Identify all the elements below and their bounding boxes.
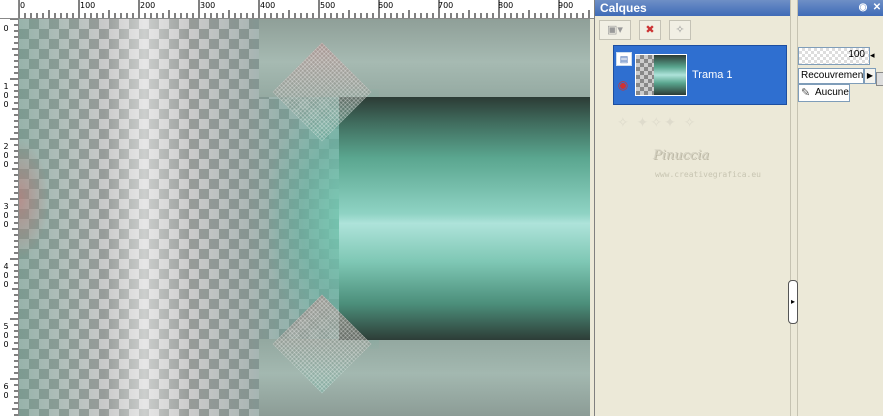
ruler-top-label: 500 (320, 1, 336, 10)
layer-properties: 100 ◂ Recouvrement ▶ ✎ Aucune (798, 44, 883, 416)
panel-title: Calques (600, 1, 647, 15)
ruler-left-label: 0 (3, 24, 9, 33)
ruler-left-label: 1 0 0 (3, 82, 9, 109)
blend-mode-select[interactable]: Recouvrement (798, 68, 864, 84)
rose-glow (19, 139, 49, 259)
close-icon[interactable]: ✕ (870, 1, 883, 14)
layer-thumbnail (635, 54, 687, 96)
image-canvas[interactable] (19, 19, 590, 416)
blend-extra-button[interactable] (876, 72, 883, 86)
star-decoration-icon: ✧ ✦✧✦ ✧ (617, 114, 698, 130)
watermark: ✧ ✦✧✦ ✧ Pinuccia www.creativegrafica.eu (617, 114, 787, 194)
teal-cylinder (339, 97, 590, 340)
eye-icon[interactable]: ◉ (616, 79, 630, 91)
thumbnail-checker (636, 55, 654, 95)
ruler-top-label: 700 (438, 1, 454, 10)
watermark-name: Pinuccia (653, 148, 710, 163)
ruler-corner (0, 0, 19, 19)
layer-type-icon: ▤ (616, 52, 632, 66)
watermark-url: www.creativegrafica.eu (655, 170, 761, 179)
layer-row[interactable]: ▤ ◉ Trama 1 (613, 45, 787, 105)
opacity-value: 100 (848, 49, 865, 60)
panel-splitter[interactable]: ▸ (788, 0, 798, 416)
opacity-spinner-icon[interactable]: ◂ (870, 50, 875, 61)
layers-list: ▤ ◉ Trama 1 ✧ ✦✧✦ ✧ Pinuccia www.creativ… (597, 42, 792, 416)
ruler-left-label: 4 0 0 (3, 262, 9, 289)
ruler-left-label: 2 0 0 (3, 142, 9, 169)
panel-title-bar: Calques ◉ ✕ (595, 0, 883, 16)
layers-toolbar: ▣▾ ✖ ✧ (595, 17, 795, 41)
ruler-top: 0 100 200 300 400 500 600 700 800 900 (0, 0, 594, 19)
ruler-top-label: 300 (200, 1, 216, 10)
splitter-grip-icon[interactable]: ▸ (788, 280, 798, 324)
blend-arrow-icon[interactable]: ▶ (864, 68, 876, 84)
ruler-top-label: 900 (558, 1, 574, 10)
ruler-top-label: 200 (140, 1, 156, 10)
ruler-top-label: 100 (80, 1, 96, 10)
ruler-top-label: 800 (498, 1, 514, 10)
pin-icon[interactable]: ◉ (856, 1, 870, 14)
new-layer-icon[interactable]: ▣▾ (599, 20, 631, 40)
delete-layer-icon[interactable]: ✖ (639, 20, 661, 40)
mask-icon[interactable]: ✧ (669, 20, 691, 40)
mask-value: Aucune (815, 87, 849, 98)
opacity-field[interactable]: 100 (798, 47, 870, 65)
ruler-left: 0 1 0 0 2 0 0 3 0 0 4 0 0 5 0 0 6 0 (0, 18, 19, 416)
ruler-left-label: 3 0 0 (3, 202, 9, 229)
ruler-top-label: 400 (260, 1, 276, 10)
layers-panel: Calques ◉ ✕ ▣▾ ✖ ✧ ▤ ◉ Trama 1 ✧ ✦✧✦ ✧ P… (594, 0, 883, 416)
brush-icon: ✎ (801, 87, 811, 99)
layer-name: Trama 1 (692, 69, 733, 81)
ruler-left-label: 6 0 (3, 382, 9, 400)
ruler-top-label: 600 (378, 1, 394, 10)
ruler-top-label: 0 (20, 1, 26, 10)
mask-field[interactable]: ✎ Aucune (798, 84, 850, 102)
ruler-left-label: 5 0 0 (3, 322, 9, 349)
